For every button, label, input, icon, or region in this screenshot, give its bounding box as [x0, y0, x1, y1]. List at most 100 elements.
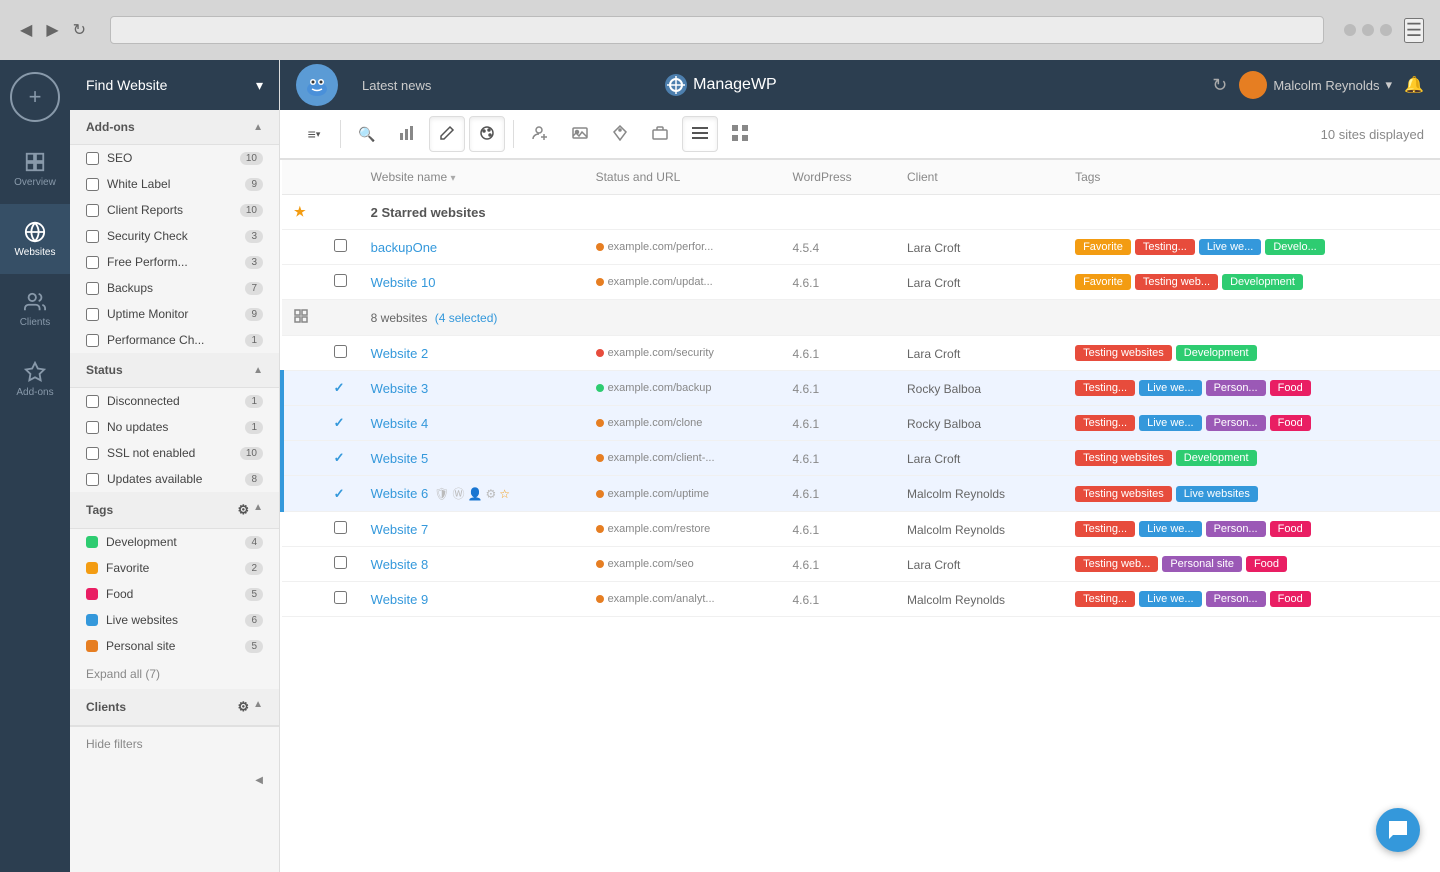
sidebar-item-overview[interactable]: Overview — [0, 134, 70, 204]
sort-arrow-icon[interactable]: ▾ — [450, 173, 455, 184]
checkmark-icon[interactable]: ✓ — [334, 450, 345, 465]
checkbox-cell[interactable]: ✓ — [322, 406, 359, 441]
browser-menu-button[interactable]: ☰ — [1404, 18, 1424, 43]
refresh-browser-button[interactable]: ↻ — [69, 16, 90, 44]
tag-personalsite[interactable]: Personal site 5 — [70, 633, 279, 659]
addon-performance-checkbox[interactable] — [86, 334, 99, 347]
row-checkbox[interactable] — [334, 239, 347, 252]
chart-button[interactable] — [389, 116, 425, 152]
sidebar-item-clients[interactable]: Clients — [0, 274, 70, 344]
find-website-arrow[interactable]: ▾ — [256, 77, 263, 94]
addon-securitycheck[interactable]: Security Check3 — [70, 223, 279, 249]
clients-collapse[interactable]: ▲ — [253, 699, 263, 715]
image-button[interactable] — [562, 116, 598, 152]
latest-news-button[interactable]: Latest news — [354, 74, 439, 97]
addon-whitelabel-checkbox[interactable] — [86, 178, 99, 191]
addon-performance[interactable]: Performance Ch...1 — [70, 327, 279, 353]
list-view-button[interactable] — [682, 116, 718, 152]
row-checkbox[interactable] — [334, 556, 347, 569]
user-menu-button[interactable]: Malcolm Reynolds ▾ — [1239, 71, 1392, 99]
tags-settings-icon[interactable]: ⚙ — [237, 502, 249, 518]
checkmark-icon[interactable]: ✓ — [334, 415, 345, 430]
checkbox-cell[interactable] — [322, 582, 359, 617]
website-link[interactable]: Website 3 — [371, 381, 429, 396]
status-collapse[interactable]: ▲ — [253, 365, 263, 376]
tag-button[interactable] — [602, 116, 638, 152]
checkbox-cell[interactable] — [322, 336, 359, 371]
add-website-button[interactable]: + — [10, 72, 60, 122]
row-checkbox[interactable] — [334, 521, 347, 534]
status-ssl-checkbox[interactable] — [86, 447, 99, 460]
filter-dropdown-button[interactable]: ≡ ▾ — [296, 116, 332, 152]
website-link[interactable]: Website 4 — [371, 416, 429, 431]
checkbox-cell[interactable] — [322, 265, 359, 300]
website-link[interactable]: Website 2 — [371, 346, 429, 361]
status-disconnected[interactable]: Disconnected1 — [70, 388, 279, 414]
tag-development[interactable]: Development 4 — [70, 529, 279, 555]
status-noupdates-checkbox[interactable] — [86, 421, 99, 434]
search-button[interactable]: 🔍 — [349, 116, 385, 152]
status-updates-checkbox[interactable] — [86, 473, 99, 486]
sidebar-item-websites[interactable]: Websites — [0, 204, 70, 274]
website-link[interactable]: Website 8 — [371, 557, 429, 572]
addon-clientreports-checkbox[interactable] — [86, 204, 99, 217]
expand-all-link[interactable]: Expand all (7) — [70, 659, 279, 689]
row-checkbox[interactable] — [334, 274, 347, 287]
status-disconnected-checkbox[interactable] — [86, 395, 99, 408]
sidebar-label-clients: Clients — [20, 317, 51, 328]
toolbar-separator-1 — [340, 120, 341, 148]
sidebar-item-addons[interactable]: Add-ons — [0, 344, 70, 414]
addon-clientreports[interactable]: Client Reports10 — [70, 197, 279, 223]
sidebar-collapse-arrow[interactable]: ◀ — [255, 775, 263, 786]
edit-button[interactable] — [429, 116, 465, 152]
checkbox-cell[interactable]: ✓ — [322, 476, 359, 512]
hide-filters-link[interactable]: Hide filters — [70, 726, 279, 761]
clients-settings-icon[interactable]: ⚙ — [237, 699, 249, 715]
grid-view-button[interactable] — [722, 116, 758, 152]
addon-securitycheck-checkbox[interactable] — [86, 230, 99, 243]
addon-uptime-checkbox[interactable] — [86, 308, 99, 321]
notifications-button[interactable]: 🔔 — [1404, 75, 1424, 95]
status-updatesavailable[interactable]: Updates available8 — [70, 466, 279, 492]
website-link[interactable]: Website 7 — [371, 522, 429, 537]
status-ssl-label: SSL not enabled — [107, 446, 195, 460]
addon-freeperform[interactable]: Free Perform...3 — [70, 249, 279, 275]
checkbox-cell[interactable] — [322, 547, 359, 582]
tag-favorite[interactable]: Favorite 2 — [70, 555, 279, 581]
status-noupdates[interactable]: No updates1 — [70, 414, 279, 440]
addon-seo[interactable]: SEO10 — [70, 145, 279, 171]
addon-uptime[interactable]: Uptime Monitor9 — [70, 301, 279, 327]
checkbox-cell[interactable]: ✓ — [322, 441, 359, 476]
addon-backups-checkbox[interactable] — [86, 282, 99, 295]
checkbox-cell[interactable]: ✓ — [322, 371, 359, 406]
website-link[interactable]: Website 10 — [371, 275, 436, 290]
website-link[interactable]: Website 9 — [371, 592, 429, 607]
forward-button[interactable]: ▶ — [42, 16, 62, 44]
tag-food[interactable]: Food 5 — [70, 581, 279, 607]
row-checkbox[interactable] — [334, 591, 347, 604]
checkmark-icon[interactable]: ✓ — [334, 380, 345, 395]
addon-seo-checkbox[interactable] — [86, 152, 99, 165]
row-checkbox[interactable] — [334, 345, 347, 358]
addon-freeperform-checkbox[interactable] — [86, 256, 99, 269]
addon-whitelabel[interactable]: White Label9 — [70, 171, 279, 197]
checkbox-cell[interactable] — [322, 512, 359, 547]
chat-bubble-button[interactable] — [1376, 808, 1420, 852]
address-bar[interactable] — [110, 16, 1324, 44]
back-button[interactable]: ◀ — [16, 16, 36, 44]
website-link[interactable]: Website 6 — [371, 486, 429, 501]
website-link[interactable]: Website 5 — [371, 451, 429, 466]
refresh-button[interactable]: ↻ — [1212, 75, 1227, 96]
briefcase-button[interactable] — [642, 116, 678, 152]
checkmark-icon[interactable]: ✓ — [334, 486, 345, 501]
checkbox-cell[interactable] — [322, 230, 359, 265]
tags-collapse[interactable]: ▲ — [253, 502, 263, 518]
website-link[interactable]: backupOne — [371, 240, 438, 255]
palette-button[interactable] — [469, 116, 505, 152]
status-sslnotenabled[interactable]: SSL not enabled10 — [70, 440, 279, 466]
addon-backups[interactable]: Backups7 — [70, 275, 279, 301]
person-add-button[interactable] — [522, 116, 558, 152]
tag-pill: Testing... — [1075, 521, 1135, 537]
addons-collapse[interactable]: ▲ — [253, 122, 263, 133]
tag-livewebsites[interactable]: Live websites 6 — [70, 607, 279, 633]
